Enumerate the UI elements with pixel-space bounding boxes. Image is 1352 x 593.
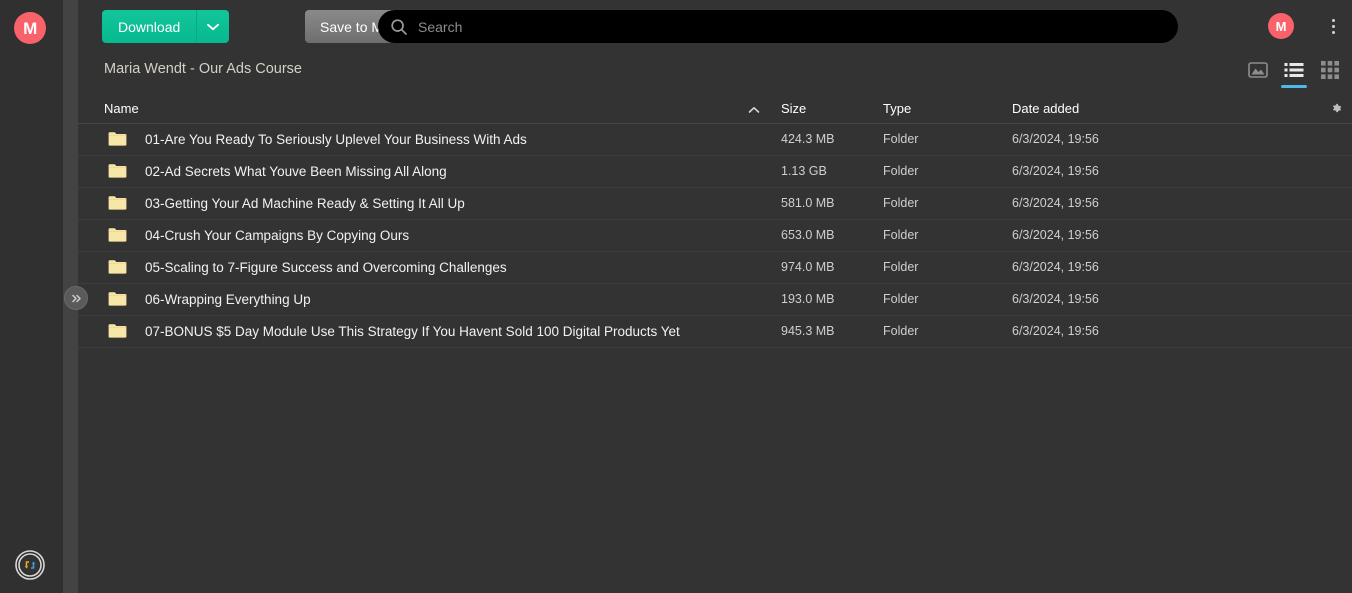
file-name[interactable]: 06-Wrapping Everything Up xyxy=(145,292,311,307)
mega-folder-link-page: M Download Save to MEGA Search M Maria W… xyxy=(0,0,1352,593)
kebab-dot xyxy=(1331,30,1335,34)
mega-logo-letter: M xyxy=(23,18,37,38)
file-type: Folder xyxy=(883,228,919,242)
kebab-dot xyxy=(1331,24,1335,28)
download-button-label: Download xyxy=(118,18,181,35)
search-input[interactable] xyxy=(418,18,1138,35)
file-size: 1.13 GB xyxy=(781,164,827,178)
breadcrumb[interactable]: Maria Wendt - Our Ads Course xyxy=(104,61,302,77)
kebab-menu-icon[interactable] xyxy=(1323,14,1343,38)
download-button-group: Download xyxy=(102,10,230,43)
column-header-size[interactable]: Size xyxy=(781,101,806,116)
file-type: Folder xyxy=(883,164,919,178)
media-view-icon[interactable] xyxy=(1245,57,1271,83)
file-date-added: 6/3/2024, 19:56 xyxy=(1012,196,1099,210)
file-type: Folder xyxy=(883,324,919,338)
file-size: 581.0 MB xyxy=(781,196,835,210)
folder-icon xyxy=(108,291,127,310)
file-type: Folder xyxy=(883,292,919,306)
file-date-added: 6/3/2024, 19:56 xyxy=(1012,292,1099,306)
table-row[interactable]: 02-Ad Secrets What Youve Been Missing Al… xyxy=(78,156,1352,188)
file-date-added: 6/3/2024, 19:56 xyxy=(1012,164,1099,178)
column-header-name[interactable]: Name xyxy=(104,101,139,116)
avatar[interactable]: M xyxy=(1268,13,1294,39)
table-row[interactable]: 04-Crush Your Campaigns By Copying Ours 6… xyxy=(78,220,1352,252)
file-name[interactable]: 01-Are You Ready To Seriously Uplevel Yo… xyxy=(145,132,527,147)
column-header-type[interactable]: Type xyxy=(883,101,911,116)
file-type: Folder xyxy=(883,196,919,210)
table-row[interactable]: 06-Wrapping Everything Up 193.0 MB Folder 6… xyxy=(78,284,1352,316)
table-row[interactable]: 05-Scaling to 7-Figure Success and Overc… xyxy=(78,252,1352,284)
left-rail: M xyxy=(0,0,63,593)
file-name[interactable]: 05-Scaling to 7-Figure Success and Overc… xyxy=(145,260,507,275)
download-button[interactable]: Download xyxy=(102,10,198,43)
chevron-down-icon xyxy=(207,23,220,30)
gear-icon[interactable] xyxy=(1326,97,1348,119)
folder-icon xyxy=(108,131,127,150)
file-table: Name Size Type Date added 01-Are You Rea… xyxy=(78,92,1352,348)
folder-icon xyxy=(108,227,127,246)
table-row[interactable]: 03-Getting Your Ad Machine Ready & Setti… xyxy=(78,188,1352,220)
column-header-date-added[interactable]: Date added xyxy=(1012,101,1079,116)
file-date-added: 6/3/2024, 19:56 xyxy=(1012,132,1099,146)
table-row[interactable]: 01-Are You Ready To Seriously Uplevel Yo… xyxy=(78,124,1352,156)
search-bar[interactable] xyxy=(378,10,1178,43)
expand-sidebar-button[interactable] xyxy=(64,286,88,310)
kebab-dot xyxy=(1331,18,1335,22)
top-toolbar: Download Save to MEGA M xyxy=(78,0,1352,52)
file-name[interactable]: 04-Crush Your Campaigns By Copying Ours xyxy=(145,228,409,243)
file-name[interactable]: 03-Getting Your Ad Machine Ready & Setti… xyxy=(145,196,465,211)
table-body: 01-Are You Ready To Seriously Uplevel Yo… xyxy=(78,124,1352,348)
mega-logo[interactable]: M xyxy=(14,12,46,44)
file-size: 424.3 MB xyxy=(781,132,835,146)
table-row[interactable]: 07-BONUS $5 Day Module Use This Strategy… xyxy=(78,316,1352,348)
download-dropdown-button[interactable] xyxy=(197,10,230,43)
file-name[interactable]: 07-BONUS $5 Day Module Use This Strategy… xyxy=(145,324,680,339)
view-toggle-group xyxy=(1245,57,1343,88)
chevron-up-icon[interactable] xyxy=(748,102,760,117)
file-date-added: 6/3/2024, 19:56 xyxy=(1012,324,1099,338)
file-size: 653.0 MB xyxy=(781,228,835,242)
file-date-added: 6/3/2024, 19:56 xyxy=(1012,260,1099,274)
file-type: Folder xyxy=(883,132,919,146)
file-name[interactable]: 02-Ad Secrets What Youve Been Missing Al… xyxy=(145,164,447,179)
file-date-added: 6/3/2024, 19:56 xyxy=(1012,228,1099,242)
file-type: Folder xyxy=(883,260,919,274)
transfer-status-icon[interactable] xyxy=(14,549,46,581)
file-size: 945.3 MB xyxy=(781,324,835,338)
table-header-row: Name Size Type Date added xyxy=(78,92,1352,124)
double-chevron-right-icon xyxy=(71,294,81,302)
file-size: 193.0 MB xyxy=(781,292,835,306)
file-size: 974.0 MB xyxy=(781,260,835,274)
breadcrumb-bar: Maria Wendt - Our Ads Course xyxy=(78,52,1352,91)
folder-icon xyxy=(108,163,127,182)
folder-icon xyxy=(108,323,127,342)
avatar-letter: M xyxy=(1275,18,1287,34)
folder-icon xyxy=(108,195,127,214)
list-view-icon[interactable] xyxy=(1281,57,1307,88)
folder-icon xyxy=(108,259,127,278)
grid-view-icon[interactable] xyxy=(1317,57,1343,83)
search-icon xyxy=(390,18,408,36)
